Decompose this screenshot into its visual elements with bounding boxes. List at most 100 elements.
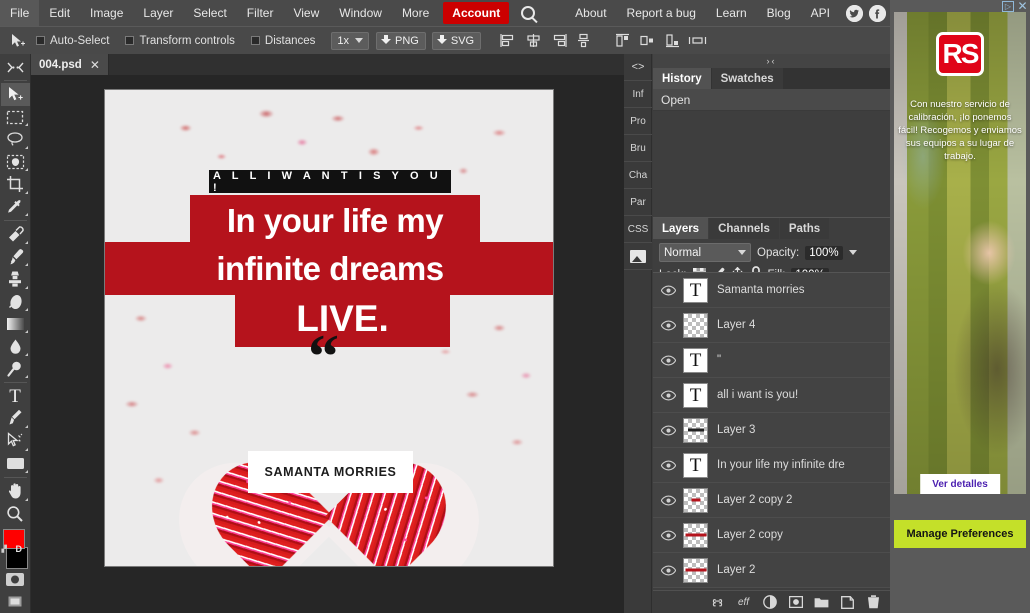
layer-row[interactable]: Layer 4 (653, 308, 890, 343)
manage-preferences-button[interactable]: Manage Preferences (894, 520, 1026, 548)
layer-list[interactable]: T Samanta morries Layer 4 T " Tall i want is … (653, 272, 890, 590)
eye-icon[interactable] (653, 390, 683, 401)
eye-icon[interactable] (653, 355, 683, 366)
align-middle-vertical-icon[interactable] (572, 31, 594, 51)
layer-row[interactable]: Layer 2 copy (653, 518, 890, 553)
distribute-spacing-icon[interactable] (686, 31, 708, 51)
eye-icon[interactable] (653, 460, 683, 471)
layer-mask-icon[interactable] (788, 595, 803, 610)
align-left-icon[interactable] (497, 31, 519, 51)
eye-icon[interactable] (653, 425, 683, 436)
hand-tool-icon[interactable] (1, 480, 30, 502)
align-bottom-icon[interactable] (661, 31, 683, 51)
new-group-icon[interactable] (814, 595, 829, 610)
checkbox-distances[interactable]: Distances (250, 35, 315, 47)
export-svg-button[interactable]: SVG (431, 31, 482, 50)
crop-tool-icon[interactable] (1, 173, 30, 195)
checkbox-box[interactable] (36, 36, 45, 45)
screen-mode-icon[interactable] (1, 590, 30, 612)
align-right-icon[interactable] (547, 31, 569, 51)
artboard[interactable]: A L L I W A N T I S Y O U ! In your life… (104, 89, 554, 567)
quick-mask-icon[interactable] (1, 568, 30, 590)
layer-thumbnail[interactable]: T (683, 347, 708, 373)
clone-stamp-tool-icon[interactable] (1, 268, 30, 290)
layer-row[interactable]: T " (653, 343, 890, 378)
ad-creative[interactable]: RS Con nuestro servicio de calibración, … (894, 12, 1026, 494)
layer-thumbnail[interactable]: T (683, 452, 708, 478)
eye-icon[interactable] (653, 530, 683, 541)
layer-effects-icon[interactable]: eff (736, 595, 751, 610)
checkbox-auto-select[interactable]: Auto-Select (36, 35, 109, 47)
layer-thumbnail[interactable] (683, 557, 708, 583)
reset-colors-icon[interactable]: ▞ (2, 545, 7, 553)
menu-link-report-a-bug[interactable]: Report a bug (617, 0, 706, 26)
eraser-tool-icon[interactable] (1, 291, 30, 313)
history-item[interactable]: Open (653, 89, 890, 111)
patch-tool-icon[interactable] (1, 223, 30, 245)
rail-tab-css[interactable]: CSS (624, 216, 652, 243)
new-layer-icon[interactable] (840, 595, 855, 610)
eye-icon[interactable] (653, 495, 683, 506)
rail-tab-code[interactable]: <> (624, 54, 652, 81)
tab-swatches[interactable]: Swatches (711, 68, 783, 89)
distribute-horizontal-icon[interactable] (636, 31, 658, 51)
eye-icon[interactable] (653, 565, 683, 576)
layer-row[interactable]: Tall i want is you! (653, 378, 890, 413)
checkbox-box[interactable] (250, 36, 260, 45)
dodge-tool-icon[interactable] (1, 358, 30, 380)
shape-tool-icon[interactable] (1, 453, 30, 475)
zoom-level-select[interactable]: 1x (331, 31, 370, 50)
layer-thumbnail[interactable] (683, 312, 708, 338)
path-select-tool-icon[interactable] (1, 430, 30, 452)
checkbox-transform-controls[interactable]: Transform controls (125, 35, 235, 47)
marquee-tool-icon[interactable] (1, 106, 30, 128)
menu-item-account[interactable]: Account (443, 2, 510, 24)
tab-channels[interactable]: Channels (709, 218, 779, 239)
link-layers-icon[interactable] (710, 595, 725, 610)
tab-paths[interactable]: Paths (779, 218, 830, 239)
layer-thumbnail[interactable] (683, 487, 708, 513)
menu-link-learn[interactable]: Learn (706, 0, 757, 26)
rail-tab-paragraph[interactable]: Par (624, 189, 652, 216)
menu-link-api[interactable]: API (801, 0, 840, 26)
menu-item-select[interactable]: Select (183, 0, 236, 26)
canvas-area[interactable]: A L L I W A N T I S Y O U ! In your life… (31, 75, 624, 613)
menu-item-file[interactable]: File (0, 0, 40, 26)
rail-tab-properties[interactable]: Pro (624, 108, 652, 135)
brush-tool-icon[interactable] (1, 246, 30, 268)
layer-thumbnail[interactable] (683, 522, 708, 548)
pen-tool-icon[interactable] (1, 408, 30, 430)
blend-mode-select[interactable]: Normal (659, 243, 751, 262)
ad-cta-button[interactable]: Ver detalles (920, 474, 1000, 494)
opacity-value[interactable]: 100% (805, 245, 843, 260)
lasso-tool-icon[interactable] (1, 128, 30, 150)
layer-thumbnail[interactable]: T (683, 277, 708, 303)
close-icon[interactable]: ✕ (90, 58, 100, 72)
checkbox-box[interactable] (125, 36, 135, 45)
layer-thumbnail[interactable] (683, 417, 708, 443)
layer-row[interactable]: Layer 2 (653, 553, 890, 588)
menu-item-filter[interactable]: Filter (237, 0, 284, 26)
twitter-icon[interactable] (846, 4, 863, 22)
layer-row[interactable]: T In your life my infinite dre (653, 448, 890, 483)
swap-tool-icon[interactable] (1, 56, 30, 78)
eye-icon[interactable] (653, 285, 683, 296)
align-top-icon[interactable] (611, 31, 633, 51)
layer-row[interactable]: Layer 2 copy 2 (653, 483, 890, 518)
layer-thumbnail[interactable]: T (683, 382, 708, 408)
layer-row[interactable]: Layer 3 (653, 413, 890, 448)
rail-tab-character[interactable]: Cha (624, 162, 652, 189)
eyedropper-tool-icon[interactable] (1, 196, 30, 218)
adchoices-icon[interactable]: ▷ (1002, 0, 1014, 12)
tab-history[interactable]: History (653, 68, 711, 89)
type-tool-icon[interactable]: T (1, 385, 30, 407)
menu-link-blog[interactable]: Blog (757, 0, 801, 26)
align-center-horizontal-icon[interactable] (522, 31, 544, 51)
menu-item-image[interactable]: Image (80, 0, 133, 26)
menu-item-window[interactable]: Window (329, 0, 392, 26)
global-search-button[interactable] (513, 0, 543, 26)
menu-item-edit[interactable]: Edit (39, 0, 80, 26)
default-colors-label[interactable]: D (16, 544, 23, 554)
rail-tab-brushes[interactable]: Bru (624, 135, 652, 162)
blur-tool-icon[interactable] (1, 335, 30, 357)
